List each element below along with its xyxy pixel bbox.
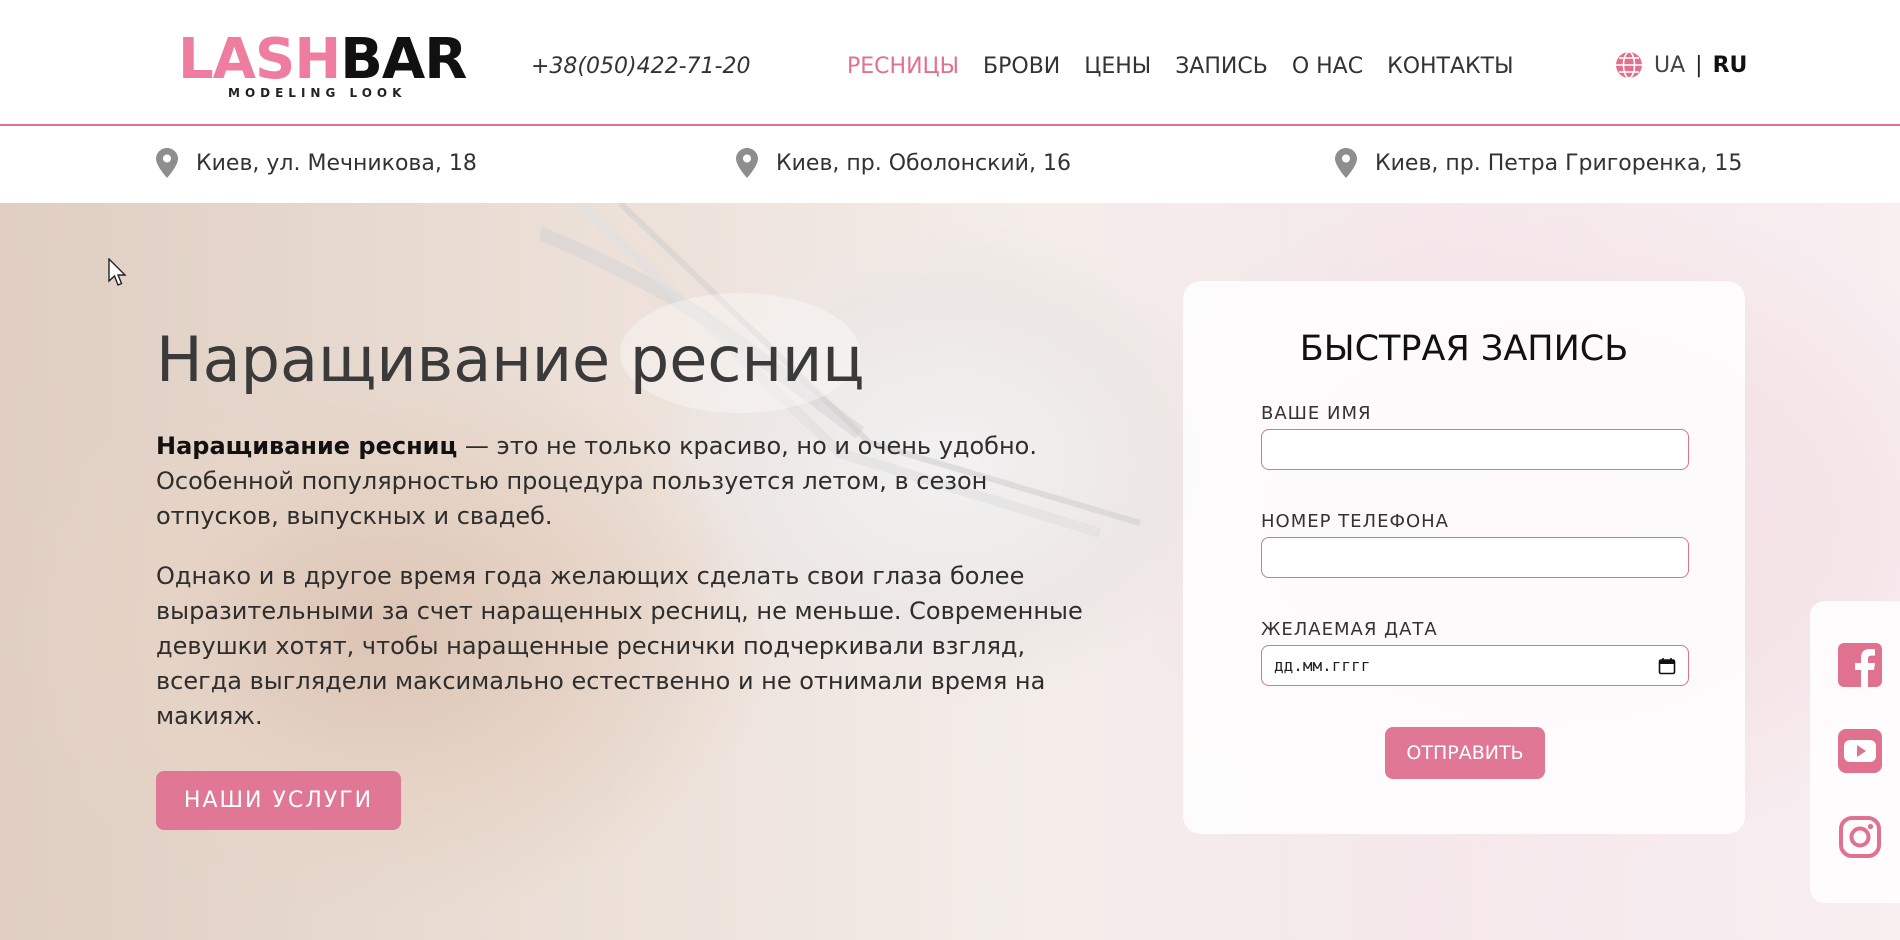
nav-item-brows[interactable]: БРОВИ: [983, 54, 1060, 79]
logo-text: LASHBAR: [178, 27, 467, 92]
address-text: Киев, пр. Петра Григоренка, 15: [1375, 150, 1743, 176]
mouse-cursor-icon: [108, 258, 127, 286]
facebook-icon[interactable]: [1838, 643, 1882, 687]
logo-part-bar: BAR: [340, 27, 467, 92]
address-item[interactable]: Киев, пр. Оболонский, 16: [736, 148, 1071, 178]
nav-item-contacts[interactable]: КОНТАКТЫ: [1387, 54, 1513, 79]
globe-icon: [1616, 51, 1642, 79]
phone-label: НОМЕР ТЕЛЕФОНА: [1261, 511, 1449, 532]
lang-separator: |: [1695, 52, 1703, 78]
map-pin-icon: [1335, 148, 1357, 178]
youtube-icon[interactable]: [1838, 729, 1882, 773]
lang-ua[interactable]: UA: [1654, 53, 1685, 78]
address-item[interactable]: Киев, ул. Мечникова, 18: [156, 148, 477, 178]
name-input[interactable]: [1261, 429, 1689, 470]
our-services-button[interactable]: НАШИ УСЛУГИ: [156, 771, 401, 830]
header-phone[interactable]: +38(050)422-71-20: [531, 54, 750, 79]
social-sidebar: [1810, 601, 1900, 903]
nav-item-prices[interactable]: ЦЕНЫ: [1084, 54, 1151, 79]
logo[interactable]: LASHBAR MODELING LOOK: [178, 27, 467, 102]
hero-title: Наращивание ресниц: [156, 323, 865, 396]
phone-input[interactable]: [1261, 537, 1689, 578]
nav-item-about[interactable]: О НАС: [1292, 54, 1363, 79]
language-switcher: UA | RU: [1614, 50, 1747, 80]
main-nav: РЕСНИЦЫ БРОВИ ЦЕНЫ ЗАПИСЬ О НАС КОНТАКТЫ: [847, 54, 1514, 79]
map-pin-icon: [736, 148, 758, 178]
quick-booking-form: БЫСТРАЯ ЗАПИСЬ ВАШЕ ИМЯ НОМЕР ТЕЛЕФОНА Ж…: [1183, 281, 1745, 834]
date-label: ЖЕЛАЕМАЯ ДАТА: [1261, 619, 1438, 640]
logo-part-lash: LASH: [178, 27, 341, 92]
address-text: Киев, ул. Мечникова, 18: [196, 150, 477, 176]
nav-item-eyelashes[interactable]: РЕСНИЦЫ: [847, 54, 959, 79]
calendar-icon[interactable]: [1658, 657, 1676, 675]
nav-item-booking[interactable]: ЗАПИСЬ: [1175, 54, 1268, 79]
address-item[interactable]: Киев, пр. Петра Григоренка, 15: [1335, 148, 1742, 178]
address-bar: Киев, ул. Мечникова, 18 Киев, пр. Оболон…: [0, 128, 1900, 203]
logo-tagline: MODELING LOOK: [228, 86, 407, 100]
date-placeholder: дд.мм.гггг: [1274, 656, 1371, 675]
date-input[interactable]: дд.мм.гггг: [1261, 645, 1689, 686]
site-header: LASHBAR MODELING LOOK +38(050)422-71-20 …: [0, 0, 1900, 126]
lang-ru[interactable]: RU: [1713, 53, 1748, 78]
hero-paragraph-2: Однако и в другое время года желающих сд…: [156, 562, 1083, 730]
hero-paragraph-1: Наращивание ресниц — это не только краси…: [156, 429, 1086, 534]
submit-button[interactable]: ОТПРАВИТЬ: [1385, 727, 1545, 779]
hero-section: Наращивание ресниц Наращивание ресниц — …: [0, 203, 1900, 940]
name-label: ВАШЕ ИМЯ: [1261, 403, 1372, 424]
map-pin-icon: [156, 148, 178, 178]
address-text: Киев, пр. Оболонский, 16: [776, 150, 1071, 176]
hero-paragraph-bold: Наращивание ресниц: [156, 432, 458, 460]
form-title: БЫСТРАЯ ЗАПИСЬ: [1299, 329, 1629, 369]
instagram-icon[interactable]: [1838, 815, 1882, 859]
